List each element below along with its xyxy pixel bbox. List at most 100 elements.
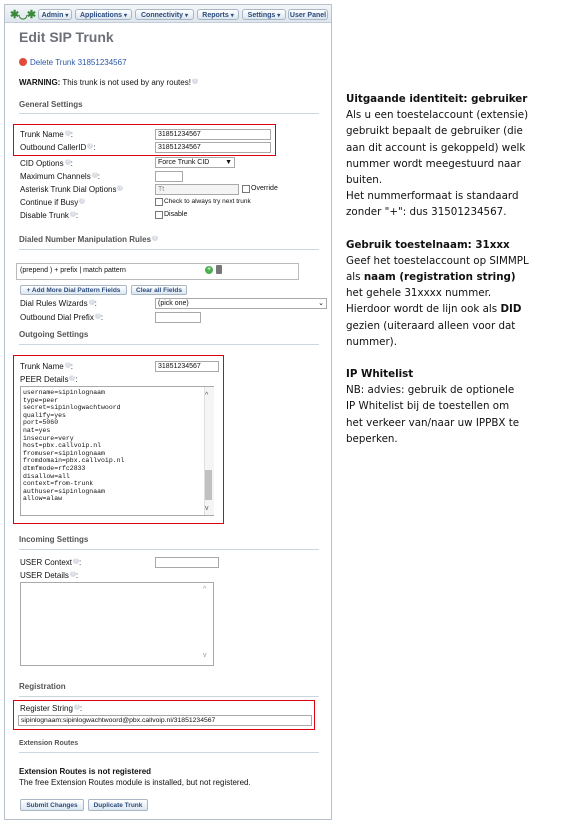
override-checkbox[interactable] <box>242 185 250 193</box>
divider <box>19 696 319 697</box>
chevron-down-icon: ▾ <box>185 13 189 19</box>
divider <box>19 344 319 345</box>
note-line: Geef het toestelaccount op SIMMPL <box>346 254 529 267</box>
menu-applications-label: Applications <box>79 12 122 19</box>
help-icon: ? <box>69 375 76 381</box>
trunk-name-input[interactable]: 31851234567 <box>155 129 271 140</box>
outbound-dial-prefix-input[interactable] <box>155 312 201 323</box>
help-icon: ? <box>69 571 76 577</box>
note-line: aan dit account is gekoppeld) welk <box>346 141 526 154</box>
user-details-textarea[interactable] <box>20 582 214 666</box>
scroll-up-icon[interactable]: ^ <box>203 586 206 593</box>
help-icon: ? <box>88 299 95 305</box>
scroll-down-icon[interactable]: v <box>205 505 209 512</box>
notes-column: Uitgaande identiteit: gebruiker Als u ee… <box>346 91 571 447</box>
page-title: Edit SIP Trunk <box>19 29 114 45</box>
cid-options-select[interactable]: Force Trunk CID ▼ <box>155 157 235 168</box>
outgoing-trunk-name-label: Trunk Name?: <box>20 362 73 371</box>
duplicate-trunk-button[interactable]: Duplicate Trunk <box>88 799 148 811</box>
extension-routes-title: Extension Routes is not registered <box>19 767 152 776</box>
note-line: gebruikt bepaalt de gebruiker (die <box>346 125 523 138</box>
dial-rules-wizards-label: Dial Rules Wizards?: <box>20 299 97 308</box>
scroll-up-icon[interactable]: ^ <box>205 392 208 399</box>
peer-detail-line: disallow=all <box>23 472 70 480</box>
note-line: het gehele 31xxxx nummer. <box>346 287 492 300</box>
dialed-number-heading: Dialed Number Manipulation Rules? <box>19 235 159 244</box>
delete-trunk-link[interactable]: Delete Trunk 31851234567 <box>30 58 127 67</box>
help-icon: ? <box>73 558 80 564</box>
clear-all-fields-button[interactable]: Clear all Fields <box>131 285 187 295</box>
note-line: IP Whitelist bij de toestellen om <box>346 400 510 413</box>
user-context-input[interactable] <box>155 557 219 568</box>
menu-connectivity[interactable]: Connectivity ▾ <box>135 9 194 20</box>
peer-detail-line: fromdomain=pbx.callvoip.nl <box>23 457 125 465</box>
registration-heading: Registration <box>19 682 66 691</box>
dial-options-input[interactable]: Tt <box>155 184 239 195</box>
menu-user-panel[interactable]: User Panel <box>288 9 328 20</box>
dial-rules-wizards-select[interactable]: (pick one) ⌄ <box>155 298 327 309</box>
note-ip-whitelist-title: IP Whitelist <box>346 368 414 381</box>
add-more-patterns-button[interactable]: + Add More Dial Pattern Fields <box>20 285 127 295</box>
trash-icon[interactable] <box>216 265 222 274</box>
dial-rules-wizards-value: (pick one) <box>158 300 189 307</box>
register-string-label: Register String?: <box>20 704 83 713</box>
divider <box>19 249 319 250</box>
help-icon: ? <box>94 313 101 319</box>
peer-detail-line: nat=yes <box>23 426 51 434</box>
max-channels-label: Maximum Channels?: <box>20 172 100 181</box>
note-line: Als u een toestelaccount (extensie) <box>346 109 529 122</box>
cid-options-label: CID Options?: <box>20 159 73 168</box>
note-line: gezien (uiteraard alleen voor dat <box>346 319 516 332</box>
submit-changes-button[interactable]: Submit Changes <box>20 799 84 811</box>
help-icon: ? <box>91 172 98 178</box>
divider <box>19 549 319 550</box>
menu-applications[interactable]: Applications ▾ <box>75 9 132 20</box>
chevron-down-icon: ▾ <box>124 13 128 19</box>
add-icon[interactable]: + <box>205 266 213 274</box>
menu-settings[interactable]: Settings ▾ <box>242 9 286 20</box>
help-icon: ? <box>152 235 159 241</box>
note-line: NB: advies: gebruik de optionele <box>346 384 515 397</box>
chevron-down-icon: ▾ <box>65 13 69 19</box>
user-details-label: USER Details?: <box>20 571 79 580</box>
menu-admin[interactable]: Admin ▾ <box>38 9 72 20</box>
peer-detail-line: context=from-trunk <box>23 480 94 488</box>
note-line: zonder "+": dus 31501234567. <box>346 206 507 219</box>
continue-busy-checkbox[interactable] <box>155 198 163 206</box>
menu-admin-label: Admin <box>41 12 64 19</box>
outbound-callerid-label: Outbound CallerID?: <box>20 143 96 152</box>
outbound-callerid-input[interactable]: 31851234567 <box>155 142 271 153</box>
help-icon: ? <box>64 159 71 165</box>
note-line: als naam (registration string) <box>346 271 516 284</box>
divider <box>19 113 319 114</box>
register-string-input[interactable]: sipinlognaam:sipinlogwachtwoord@pbx.call… <box>18 715 312 726</box>
peer-details-textarea[interactable]: username=sipinlognaam type=peer secret=sip… <box>20 386 214 516</box>
help-icon: ? <box>87 143 94 149</box>
extension-routes-text: The free Extension Routes module is inst… <box>19 778 251 787</box>
override-label: Override <box>251 185 278 192</box>
menu-user-panel-label: User Panel <box>289 12 327 19</box>
peer-detail-line: dtmfmode=rfc2833 <box>23 464 86 472</box>
continue-busy-label: Continue if Busy? <box>20 198 86 207</box>
scrollbar-thumb[interactable] <box>205 470 212 500</box>
warning-label: WARNING: <box>19 78 61 87</box>
delete-icon <box>19 58 27 66</box>
menu-reports[interactable]: Reports ▾ <box>197 9 239 20</box>
note-line: Het nummerformaat is standaard <box>346 190 519 203</box>
help-icon: ? <box>73 704 80 710</box>
chevron-down-icon: ⌄ <box>318 300 324 307</box>
max-channels-input[interactable] <box>155 171 183 182</box>
outgoing-trunk-name-input[interactable]: 31851234567 <box>155 361 219 372</box>
continue-busy-text: Check to always try next trunk <box>164 198 251 205</box>
disable-trunk-checkbox[interactable] <box>155 211 163 219</box>
extension-routes-heading: Extension Routes <box>19 740 79 747</box>
chevron-down-icon: ▾ <box>230 13 234 19</box>
freepbx-logo[interactable]: ✱◡✱ <box>10 8 36 21</box>
peer-detail-line: username=sipinlognaam <box>23 389 105 396</box>
menu-settings-label: Settings <box>247 12 276 19</box>
dial-pattern-text[interactable]: (prepend ) + prefix | match pattern <box>20 267 126 274</box>
scroll-down-icon[interactable]: v <box>203 652 207 659</box>
note-line: nummer wordt meegestuurd naar <box>346 157 521 170</box>
menu-reports-label: Reports <box>202 12 229 19</box>
help-icon: ? <box>117 185 124 191</box>
